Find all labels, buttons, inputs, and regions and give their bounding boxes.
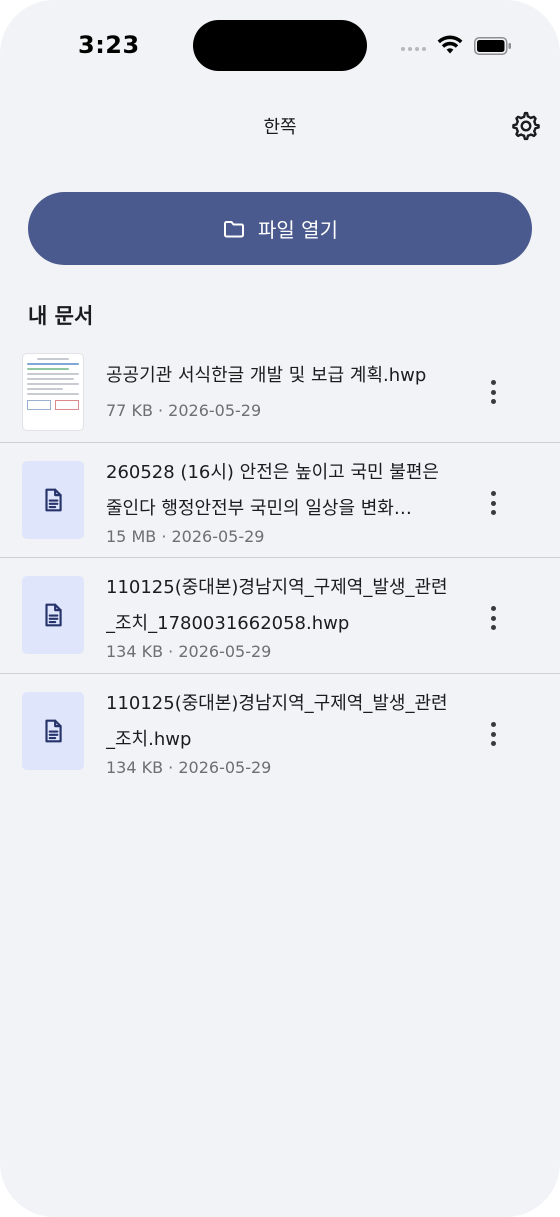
more-options-icon[interactable] xyxy=(482,603,504,633)
document-meta: 15 MB · 2026-05-29 xyxy=(106,527,265,546)
battery-icon xyxy=(474,37,511,55)
more-options-icon[interactable] xyxy=(482,719,504,749)
dynamic-island xyxy=(193,20,367,71)
list-item[interactable]: 110125(중대본)경남지역_구제역_발생_관련_조치.hwp 134 KB … xyxy=(0,674,560,790)
document-thumbnail xyxy=(22,461,84,539)
status-time: 3:23 xyxy=(78,31,140,59)
document-list: 공공기관 서식한글 개발 및 보급 계획.hwp 77 KB · 2026-05… xyxy=(0,340,560,790)
document-name: 110125(중대본)경남지역_구제역_발생_관련_조치_17800316620… xyxy=(106,577,448,634)
document-thumbnail xyxy=(22,692,84,770)
document-meta: 134 KB · 2026-05-29 xyxy=(106,758,272,777)
document-name: 260528 (16시) 안전은 높이고 국민 불편은 줄인다 행정안전부 국민… xyxy=(106,462,439,519)
open-file-label: 파일 열기 xyxy=(258,218,338,242)
document-name: 공공기관 서식한글 개발 및 보급 계획.hwp xyxy=(106,365,427,386)
document-meta: 134 KB · 2026-05-29 xyxy=(106,642,272,661)
wifi-icon xyxy=(437,35,463,54)
document-icon xyxy=(45,603,62,627)
list-item[interactable]: 110125(중대본)경남지역_구제역_발생_관련_조치_17800316620… xyxy=(0,558,560,674)
more-options-icon[interactable] xyxy=(482,488,504,518)
open-file-button[interactable]: 파일 열기 xyxy=(28,192,532,265)
folder-icon xyxy=(224,220,245,237)
document-thumbnail xyxy=(22,576,84,654)
cellular-signal-icon xyxy=(401,47,426,51)
list-item[interactable]: 260528 (16시) 안전은 높이고 국민 불편은 줄인다 행정안전부 국민… xyxy=(0,443,560,558)
document-thumbnail xyxy=(22,353,84,431)
status-bar: 3:23 xyxy=(0,0,560,90)
document-icon xyxy=(45,488,62,512)
app-title: 한쪽 xyxy=(263,117,297,138)
document-name: 110125(중대본)경남지역_구제역_발생_관련_조치.hwp xyxy=(106,693,448,750)
more-options-icon[interactable] xyxy=(482,377,504,407)
gear-icon[interactable] xyxy=(510,110,542,142)
app-screen: 3:23 한쪽 파일 열기 내 문서 공공기관 서식한글 개발 및 보급 계획.… xyxy=(0,0,560,1217)
list-item[interactable]: 공공기관 서식한글 개발 및 보급 계획.hwp 77 KB · 2026-05… xyxy=(0,340,560,443)
document-icon xyxy=(45,719,62,743)
document-meta: 77 KB · 2026-05-29 xyxy=(106,401,262,420)
section-title: 내 문서 xyxy=(28,304,94,328)
